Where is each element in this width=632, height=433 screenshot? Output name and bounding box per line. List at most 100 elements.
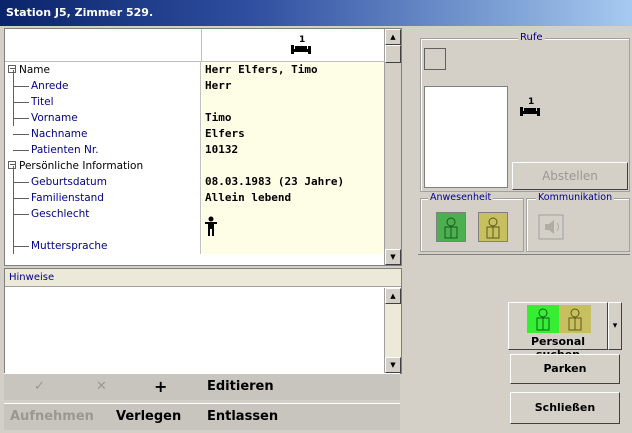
tree-connector (13, 214, 29, 215)
speaker-icon[interactable] (538, 214, 564, 240)
grid-row-titel[interactable]: Titel (5, 94, 401, 110)
collapse-toggle-icon[interactable]: − (8, 161, 16, 169)
scroll-up-button[interactable]: ▲ (385, 29, 401, 45)
grid-value: Timo (205, 111, 232, 124)
grid-label: Name (19, 64, 50, 76)
grid-row-familienstand[interactable]: Familienstand Allein lebend (5, 190, 401, 206)
grid-value-cell[interactable]: Elfers (202, 126, 401, 142)
grid-value-cell[interactable] (202, 158, 401, 174)
verlegen-button[interactable]: Verlegen (116, 404, 181, 430)
action-toolbar: Aufnehmen Verlegen Entlassen (4, 403, 400, 430)
grid-value-cell[interactable]: Timo (202, 110, 401, 126)
grid-label: Geburtsdatum (31, 176, 107, 188)
grid-row-muttersprache[interactable]: Muttersprache (5, 238, 401, 254)
hinweise-text[interactable] (5, 288, 383, 373)
tree-vertical-line (13, 70, 14, 126)
svg-text:1: 1 (528, 97, 534, 107)
nurse-present-olive-icon[interactable] (478, 212, 508, 242)
collapse-toggle-icon[interactable]: − (8, 65, 16, 73)
grid-label-cell: Muttersprache (5, 238, 201, 254)
hinweise-header: Hinweise (5, 269, 401, 287)
grid-row-geburtsdatum[interactable]: Geburtsdatum 08.03.1983 (23 Jahre) (5, 174, 401, 190)
grid-row-vorname[interactable]: Vorname Timo (5, 110, 401, 126)
bed-icon: 1 (289, 34, 313, 56)
hinweise-scroll-down[interactable]: ▼ (385, 357, 401, 373)
grid-label-cell: − Name (5, 62, 201, 78)
grid-value-cell[interactable]: Herr Elfers, Timo (202, 62, 401, 78)
edit-toolbar: ✓ ✕ + Editieren (4, 373, 400, 400)
schliessen-button[interactable]: Schließen (510, 392, 620, 424)
grid-label-cell: Nachname (5, 126, 201, 142)
grid-row-patienten-nr[interactable]: Patienten Nr. 10132 (5, 142, 401, 158)
right-panel: Rufe 1 Abstellen Anwesenheit Kommunikati… (418, 28, 630, 430)
grid-value: 10132 (205, 143, 239, 156)
personal-suchen-button[interactable]: Personal suchen (508, 302, 608, 361)
grid-value: Allein lebend (205, 191, 292, 204)
grid-row-nachname[interactable]: Nachname Elfers (5, 126, 401, 142)
grid-label: Familienstand (31, 192, 104, 204)
grid-scrollbar[interactable]: ▲ ▼ (384, 29, 401, 265)
tree-connector (13, 134, 29, 135)
grid-value-cell[interactable] (202, 206, 401, 238)
grid-value: Herr (205, 79, 232, 92)
entlassen-button[interactable]: Entlassen (207, 404, 278, 430)
rufe-checkbox[interactable] (424, 48, 446, 70)
grid-label: Patienten Nr. (31, 144, 99, 156)
grid-label-cell: Titel (5, 94, 201, 110)
grid-value-cell[interactable] (202, 238, 401, 254)
parken-button[interactable]: Parken (510, 354, 620, 384)
grid-label-cell: Familienstand (5, 190, 201, 206)
rufe-list[interactable] (424, 86, 508, 188)
tree-connector (13, 198, 29, 199)
grid-row-name[interactable]: − Name Herr Elfers, Timo (5, 62, 401, 78)
patient-property-grid: 1 − Name Herr Elfers, Timo Anrede Herr Titel V… (4, 28, 402, 266)
grid-label-cell: Anrede (5, 78, 201, 94)
aufnehmen-button[interactable]: Aufnehmen (10, 404, 94, 430)
confirm-icon[interactable]: ✓ (34, 374, 45, 400)
scroll-down-button[interactable]: ▼ (385, 249, 401, 265)
grid-label-cell: Geburtsdatum (5, 174, 201, 190)
hinweise-scroll-up[interactable]: ▲ (385, 288, 401, 304)
personal-dropdown-button[interactable]: ▾ (608, 302, 622, 350)
tree-connector (13, 182, 29, 183)
grid-value-cell[interactable] (202, 94, 401, 110)
grid-label: Geschlecht (31, 208, 90, 220)
grid-label: Anrede (31, 80, 69, 92)
window-title: Station J5, Zimmer 529. (0, 0, 632, 26)
svg-text:1: 1 (299, 35, 305, 45)
tree-connector (13, 102, 29, 103)
grid-value-cell[interactable]: Allein lebend (202, 190, 401, 206)
grid-label: Vorname (31, 112, 78, 124)
grid-row-anrede[interactable]: Anrede Herr (5, 78, 401, 94)
grid-label: Nachname (31, 128, 88, 140)
tree-connector (13, 118, 29, 119)
hinweise-scrollbar[interactable]: ▲ ▼ (384, 288, 401, 373)
edit-button[interactable]: Editieren (207, 374, 274, 400)
rufe-label: Rufe (518, 32, 545, 44)
hinweise-panel: Hinweise ▲ ▼ (4, 268, 402, 374)
grid-label-cell: Vorname (5, 110, 201, 126)
scroll-thumb[interactable] (385, 45, 401, 63)
add-button[interactable]: + (154, 374, 167, 400)
tree-connector (13, 86, 29, 87)
grid-label-cell: Patienten Nr. (5, 142, 201, 158)
grid-row-persoenliche-information[interactable]: − Persönliche Information (5, 158, 401, 174)
staff-olive-icon (559, 305, 591, 333)
grid-value-cell[interactable]: 10132 (202, 142, 401, 158)
abstellen-button[interactable]: Abstellen (512, 162, 628, 190)
grid-label-cell: Geschlecht (5, 206, 201, 238)
grid-header: 1 (5, 29, 401, 62)
rufe-bed-icon: 1 (518, 96, 542, 118)
grid-label: Muttersprache (31, 240, 108, 252)
tree-vertical-line (13, 166, 14, 254)
grid-value-cell[interactable]: Herr (202, 78, 401, 94)
anwesenheit-label: Anwesenheit (428, 192, 494, 204)
kommunikation-label: Kommunikation (536, 192, 615, 204)
nurse-present-green-icon[interactable] (436, 212, 466, 242)
grid-value: 08.03.1983 (23 Jahre) (205, 175, 345, 188)
cancel-icon[interactable]: ✕ (96, 374, 107, 400)
grid-label-cell: − Persönliche Information (5, 158, 201, 174)
panel-divider (418, 254, 630, 255)
grid-row-geschlecht[interactable]: Geschlecht (5, 206, 401, 238)
grid-value-cell[interactable]: 08.03.1983 (23 Jahre) (202, 174, 401, 190)
